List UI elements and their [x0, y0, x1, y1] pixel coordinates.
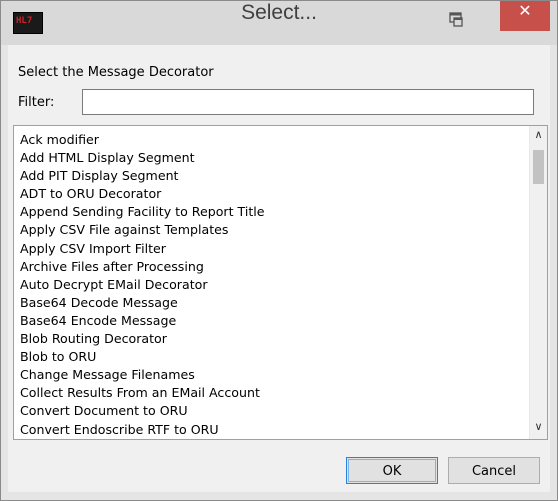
list-item[interactable]: Ack modifier [20, 132, 526, 150]
prompt-label: Select the Message Decorator [18, 65, 214, 80]
list-item[interactable]: Apply CSV Import Filter [20, 241, 526, 259]
restore-window-icon[interactable] [447, 11, 465, 29]
decorator-list-items: Ack modifier Add HTML Display Segment Add … [20, 132, 526, 440]
title-bar[interactable]: HL7 Select... ✕ [1, 1, 557, 45]
scroll-down-icon[interactable]: ∨ [530, 420, 547, 437]
list-item[interactable]: Change Message Filenames [20, 367, 526, 385]
list-item[interactable]: Base64 Encode Message [20, 313, 526, 331]
list-item[interactable]: Auto Decrypt EMail Decorator [20, 277, 526, 295]
list-item[interactable]: ADT to ORU Decorator [20, 186, 526, 204]
decorator-list[interactable]: Ack modifier Add HTML Display Segment Add … [13, 125, 548, 440]
ok-button[interactable]: OK [346, 457, 438, 484]
list-item[interactable]: Blob Routing Decorator [20, 331, 526, 349]
list-item[interactable]: Base64 Decode Message [20, 295, 526, 313]
cancel-button[interactable]: Cancel [448, 457, 540, 484]
list-item[interactable]: Append Sending Facility to Report Title [20, 204, 526, 222]
close-button[interactable]: ✕ [500, 1, 550, 31]
list-item[interactable]: Convert Document to ORU [20, 403, 526, 421]
dialog-window: HL7 Select... ✕ Select the Message Decor… [0, 0, 558, 501]
filter-label: Filter: [18, 95, 55, 110]
window-title: Select... [241, 1, 317, 24]
list-item[interactable]: Archive Files after Processing [20, 259, 526, 277]
dialog-content: Select the Message Decorator Filter: Ack… [8, 45, 550, 492]
list-item[interactable]: Apply CSV File against Templates [20, 222, 526, 240]
list-item[interactable]: Collect Results From an EMail Account [20, 385, 526, 403]
ok-button-label: OK [348, 459, 436, 482]
scroll-up-icon[interactable]: ∧ [530, 128, 547, 145]
scroll-thumb[interactable] [533, 150, 544, 184]
filter-input[interactable] [82, 89, 534, 115]
vertical-scrollbar[interactable]: ∧ ∨ [529, 126, 547, 439]
list-item[interactable]: Convert Endoscribe RTF to ORU [20, 422, 526, 440]
list-item[interactable]: Add HTML Display Segment [20, 150, 526, 168]
close-icon: ✕ [518, 1, 532, 20]
list-item[interactable]: Add PIT Display Segment [20, 168, 526, 186]
list-item[interactable]: Blob to ORU [20, 349, 526, 367]
